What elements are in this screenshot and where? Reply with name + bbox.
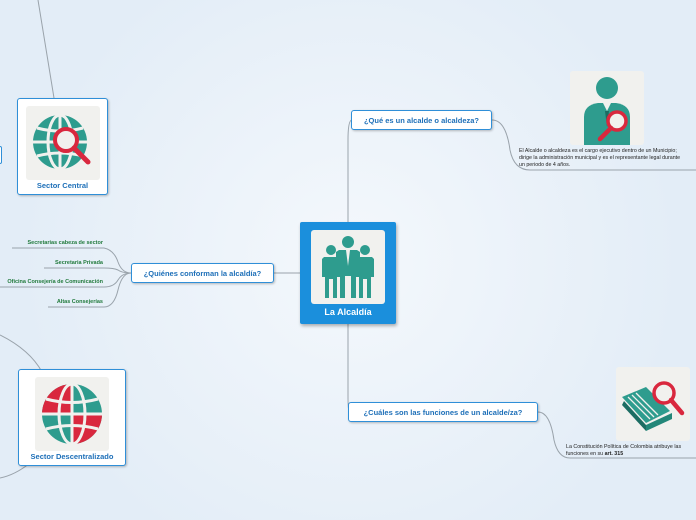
leaf-oficina-consejeria[interactable]: Oficina Consejería de Comunicación (7, 279, 103, 285)
note-que-es: El Alcalde o alcaldeza es el cargo ejecu… (519, 148, 681, 168)
central-node[interactable]: La Alcaldía (300, 222, 396, 324)
note-funciones-article: art. 315 (604, 451, 624, 457)
topic-funciones[interactable]: ¿Cuáles son las funciones de un alcalde/… (348, 402, 538, 422)
note-funciones-text: La Constitución Política de Colombia atr… (566, 444, 682, 457)
people-group-icon (311, 230, 385, 304)
mind-map-canvas: La Alcaldía ¿Qué es un alcalde o alcalde… (0, 0, 696, 520)
link-sector-desc-up (0, 334, 43, 373)
link-que-es (347, 119, 353, 222)
link-funciones (347, 324, 350, 412)
globe-red-icon (35, 377, 109, 451)
link-leaf-2 (44, 267, 132, 274)
link-sector-central-up (37, 0, 55, 99)
businessman-search-icon (570, 71, 644, 145)
note-funciones: La Constitución Política de Colombia atr… (566, 444, 696, 458)
leaf-secretarias[interactable]: Secretarias cabeza de sector (27, 240, 103, 246)
sector-descentralizado-node[interactable]: Sector Descentralizado (18, 369, 126, 466)
leaf-secretaria-privada[interactable]: Secretaria Privada (55, 260, 103, 266)
leaf-altas-consejerias[interactable]: Altas Consejerías (57, 299, 103, 305)
topic-que-es[interactable]: ¿Qué es un alcalde o alcaldeza? (351, 110, 492, 130)
offscreen-node-fragment[interactable] (0, 146, 2, 164)
sector-central-node[interactable]: Sector Central (17, 98, 108, 195)
globe-search-icon (26, 106, 100, 180)
central-label: La Alcaldía (324, 307, 372, 317)
sector-central-label: Sector Central (36, 181, 89, 190)
sector-descentralizado-label: Sector Descentralizado (30, 452, 114, 461)
book-search-icon (616, 367, 690, 441)
topic-quienes[interactable]: ¿Quiénes conforman la alcaldía? (131, 263, 274, 283)
